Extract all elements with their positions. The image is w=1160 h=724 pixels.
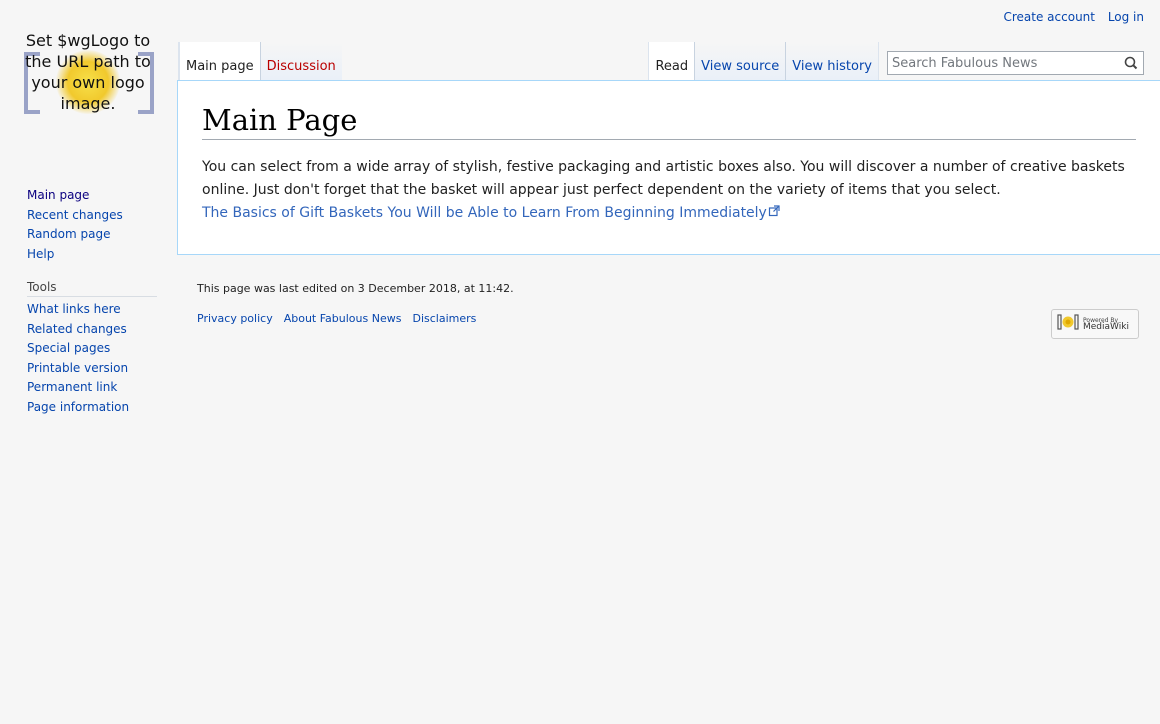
external-link-icon: [768, 202, 780, 224]
tab-read[interactable]: Read: [648, 42, 695, 80]
sidebar-item-main-page[interactable]: Main page: [27, 186, 123, 206]
page-content: Main Page You can select from a wide arr…: [177, 80, 1160, 255]
search-icon[interactable]: [1121, 54, 1141, 72]
sidebar-item-special-pages[interactable]: Special pages: [27, 339, 157, 359]
sidebar-item-what-links-here[interactable]: What links here: [27, 300, 157, 320]
logo-text: Set $wgLogo to the URL path to your own …: [25, 31, 151, 113]
personal-tools: Create account Log in: [994, 10, 1144, 24]
powered-by-text: Powered By MediaWiki: [1083, 317, 1129, 332]
powered-by-mediawiki: MediaWiki: [1083, 322, 1129, 332]
tab-view-source[interactable]: View source: [694, 42, 786, 80]
tools-heading: Tools: [27, 280, 157, 297]
page-body-text: You can select from a wide array of styl…: [202, 159, 1125, 198]
sidebar-navigation: Main page Recent changes Random page Hel…: [27, 186, 123, 264]
sidebar-item-recent-changes[interactable]: Recent changes: [27, 206, 123, 226]
external-article-link-label: The Basics of Gift Baskets You Will be A…: [202, 205, 767, 221]
sidebar-tools: Tools What links here Related changes Sp…: [27, 280, 157, 418]
footer-link-about[interactable]: About Fabulous News: [284, 312, 402, 325]
footer-link-privacy-policy[interactable]: Privacy policy: [197, 312, 273, 325]
footer-last-edited: This page was last edited on 3 December …: [197, 282, 514, 295]
sidebar-item-printable-version[interactable]: Printable version: [27, 359, 157, 379]
sidebar-item-related-changes[interactable]: Related changes: [27, 320, 157, 340]
view-tabs: Read View source View history: [648, 42, 879, 80]
namespace-tabs: Main page Discussion: [178, 42, 342, 80]
site-logo[interactable]: Set $wgLogo to the URL path to your own …: [12, 22, 164, 142]
search-input[interactable]: [888, 52, 1122, 75]
tab-view-history[interactable]: View history: [785, 42, 879, 80]
footer-link-disclaimers[interactable]: Disclaimers: [412, 312, 476, 325]
tab-main-page[interactable]: Main page: [179, 42, 260, 80]
sidebar-item-help[interactable]: Help: [27, 245, 123, 265]
sidebar-item-permanent-link[interactable]: Permanent link: [27, 378, 157, 398]
search-box: [887, 51, 1144, 75]
sidebar-item-page-information[interactable]: Page information: [27, 398, 157, 418]
create-account-link[interactable]: Create account: [1003, 10, 1095, 24]
footer-links: Privacy policy About Fabulous News Discl…: [197, 312, 487, 325]
page-title: Main Page: [202, 101, 1136, 140]
log-in-link[interactable]: Log in: [1108, 10, 1144, 24]
external-article-link[interactable]: The Basics of Gift Baskets You Will be A…: [202, 202, 780, 224]
mediawiki-logo-icon: [1057, 313, 1079, 335]
powered-by-mediawiki-badge[interactable]: Powered By MediaWiki: [1051, 309, 1139, 339]
tab-discussion[interactable]: Discussion: [259, 42, 342, 80]
sidebar-item-random-page[interactable]: Random page: [27, 225, 123, 245]
